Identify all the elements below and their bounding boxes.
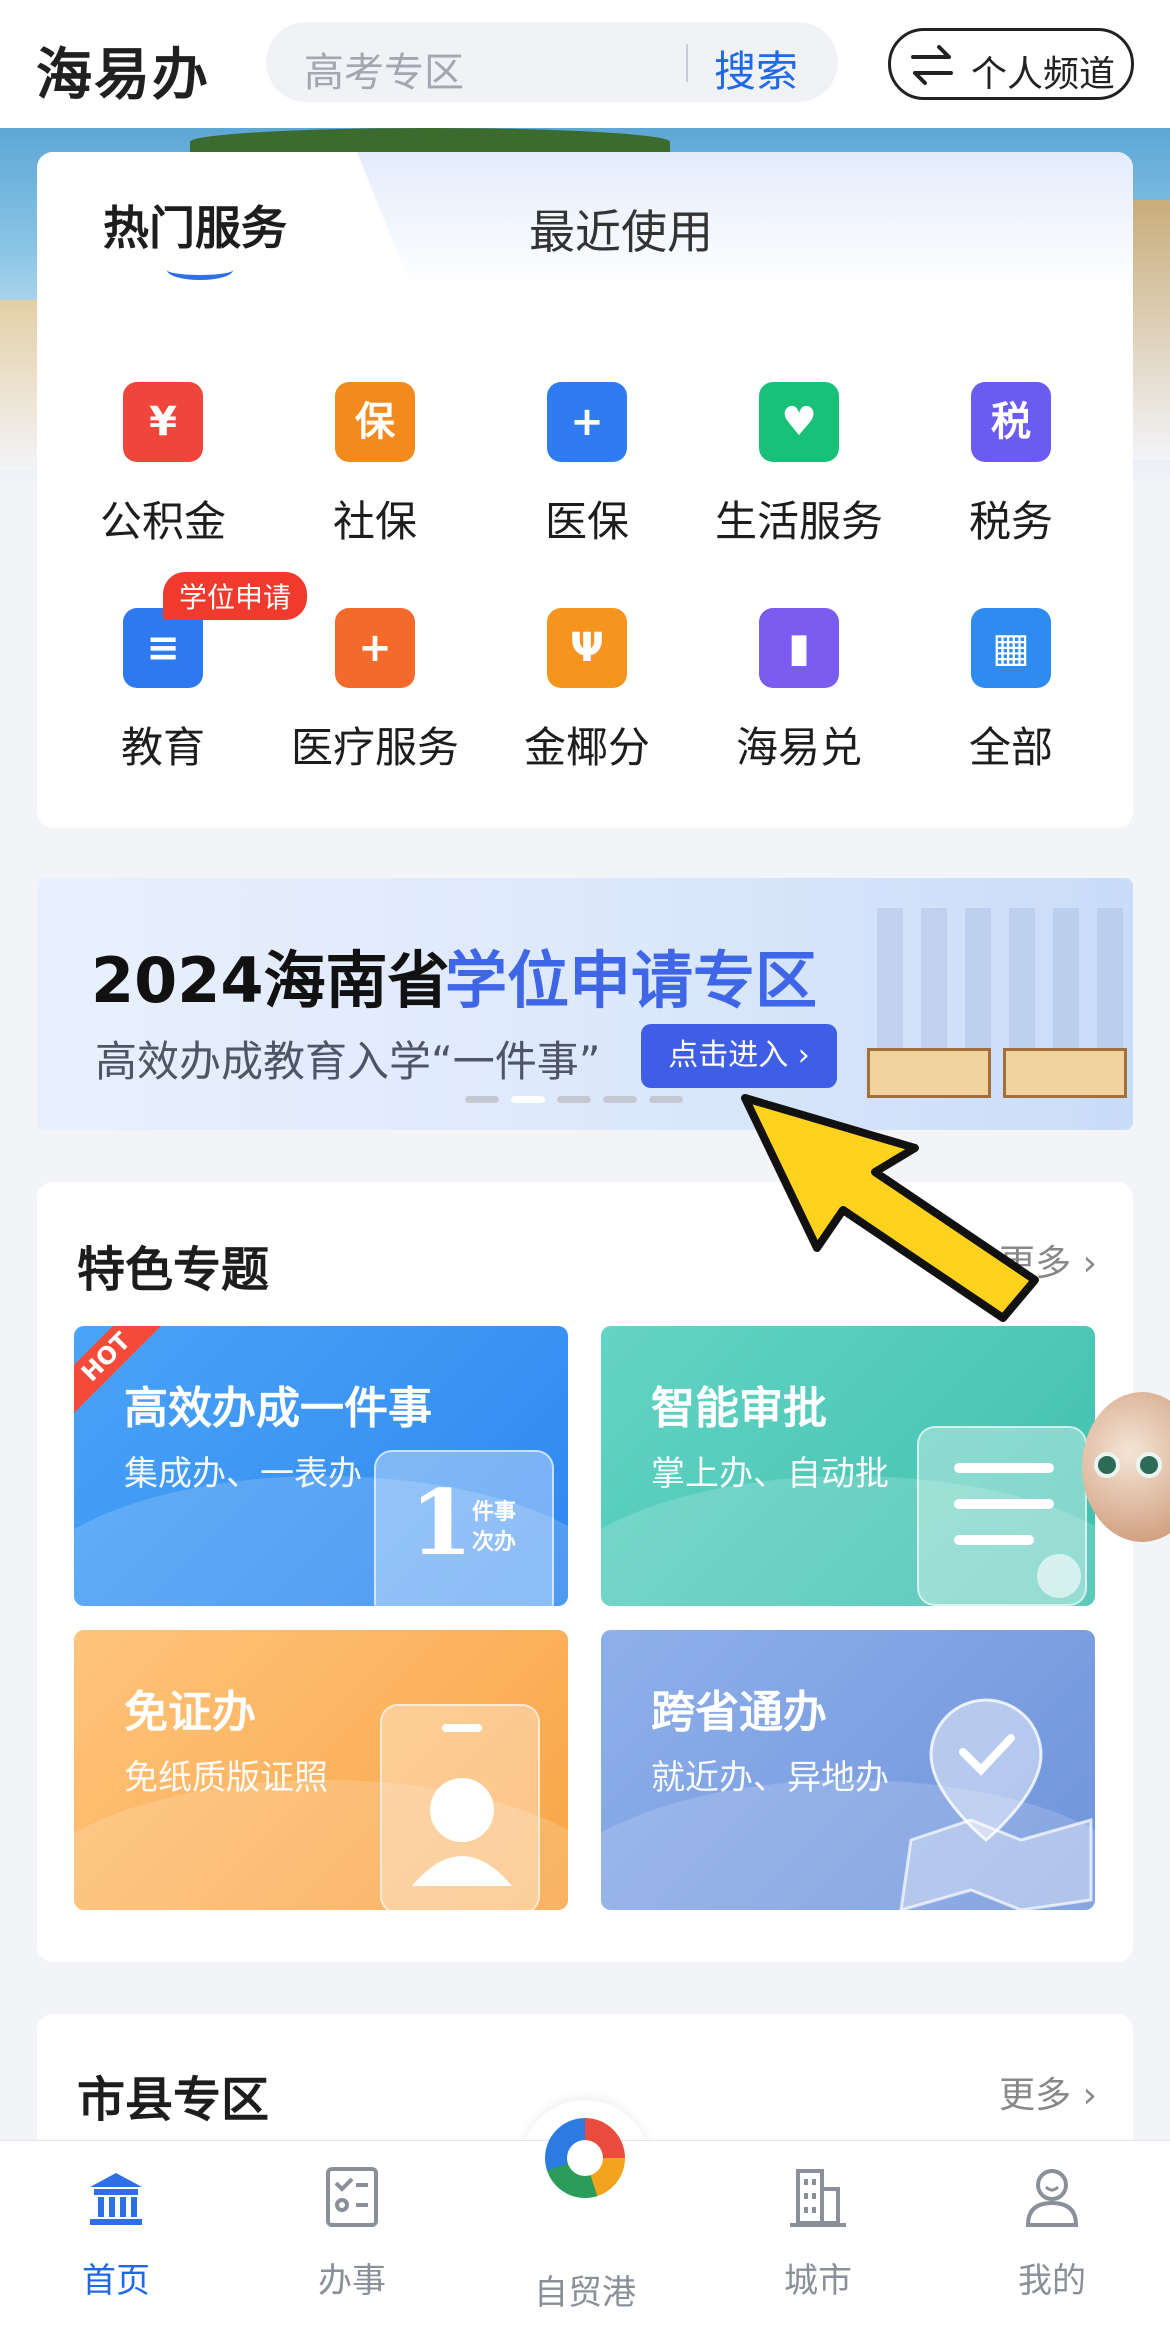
service-item[interactable]: 税税务 [907, 382, 1107, 562]
services-card: 热门服务 最近使用 ¥ 公积金保社保 + 医保 ♥ 生活服务税税务 ≡ 学位申请 教育 + 医疗服务… [37, 152, 1133, 828]
search-button[interactable]: 搜索 [714, 38, 798, 99]
id-card-person-icon [380, 1704, 540, 1910]
featured-topics-title: 特色专题 [77, 1242, 270, 1298]
service-item[interactable]: ♥ 生活服务 [695, 382, 895, 562]
tile-title: 免证办 [124, 1687, 256, 1738]
grid-all-icon: ▦ [971, 608, 1051, 688]
carousel-dot[interactable] [649, 1096, 683, 1103]
one-thing-number: 1 [410, 1470, 473, 1576]
free-trade-port-logo-icon[interactable] [545, 2118, 625, 2198]
nav-services[interactable]: 办事 [272, 2165, 432, 2305]
service-item[interactable]: Ψ 金椰分 [483, 608, 683, 788]
swap-arrows-icon [909, 43, 955, 97]
service-label: 全部 [968, 723, 1053, 772]
nav-city[interactable]: 城市 [738, 2165, 898, 2305]
carousel-dot[interactable] [557, 1096, 591, 1103]
topic-tile-one-thing[interactable]: HOT 高效办成一件事 集成办、一表办 1 件事次办 [74, 1326, 568, 1606]
service-label: 教育 [120, 723, 205, 772]
service-label: 税务 [968, 497, 1053, 546]
service-item[interactable]: ≡ 学位申请 教育 [59, 572, 308, 788]
service-label: 医疗服务 [290, 723, 459, 772]
top-bar: 海易办 高考专区 搜索 个人频道 [0, 0, 1170, 128]
city-zone-more-link[interactable]: 更多 › [999, 2066, 1097, 2118]
search-input[interactable]: 高考专区 [304, 40, 464, 98]
carousel-dot[interactable] [603, 1096, 637, 1103]
tile-subtitle: 掌上办、自动批 [651, 1454, 889, 1494]
banner-title: 2024海南省 [91, 944, 450, 1017]
service-item[interactable]: ▮ 海易兑 [695, 608, 895, 788]
shield-bao-icon: 保 [335, 382, 415, 462]
mascot-eye [1136, 1452, 1162, 1478]
nav-label: 我的 [1018, 2261, 1086, 2301]
palm-tree-icon: Ψ [547, 608, 627, 688]
service-label: 生活服务 [714, 497, 883, 546]
nav-home[interactable]: 首页 [36, 2165, 196, 2305]
service-item[interactable]: ¥ 公积金 [59, 382, 259, 562]
nav-label: 办事 [318, 2261, 386, 2301]
tile-subtitle: 集成办、一表办 [124, 1454, 362, 1494]
document-person-icon: ▮ [759, 608, 839, 688]
nav-label: 城市 [784, 2261, 852, 2301]
service-item[interactable]: + 医保 [483, 382, 683, 562]
service-label: 公积金 [99, 497, 226, 546]
education-board-icon: ≡ [123, 608, 203, 688]
tab-recently-used[interactable]: 最近使用 [529, 196, 713, 262]
tile-title: 跨省通办 [651, 1687, 827, 1738]
tab-hot-services[interactable]: 热门服务 [103, 192, 287, 258]
service-item[interactable]: + 医疗服务 [271, 608, 471, 788]
one-thing-badge-icon: 1 件事次办 [374, 1450, 554, 1606]
nav-label: 首页 [82, 2261, 150, 2301]
app-brand: 海易办 [36, 43, 210, 108]
personal-channel-button[interactable]: 个人频道 [888, 28, 1134, 100]
topic-tile-cross-province[interactable]: 跨省通办 就近办、异地办 [601, 1630, 1095, 1910]
nav-profile[interactable]: 我的 [972, 2165, 1132, 2305]
card-plus-icon: + [547, 382, 627, 462]
city-skyline-decoration [877, 908, 1127, 1058]
medical-kit-icon: + [335, 608, 415, 688]
personal-channel-label: 个人频道 [971, 54, 1116, 95]
service-item[interactable]: ▦ 全部 [907, 608, 1107, 788]
topic-tile-smart-approval[interactable]: 智能审批 掌上办、自动批 [601, 1326, 1095, 1606]
topic-tile-certificate-free[interactable]: 免证办 免纸质版证照 [74, 1630, 568, 1910]
mascot-eye [1094, 1452, 1120, 1478]
city-zone-title: 市县专区 [77, 2072, 270, 2128]
banner-title-highlight: 学位申请专区 [445, 944, 818, 1017]
tile-title: 智能审批 [651, 1383, 827, 1434]
home-heart-icon: ♥ [759, 382, 839, 462]
banner-enter-button[interactable]: 点击进入 › [641, 1024, 837, 1088]
carousel-dot[interactable] [465, 1096, 499, 1103]
house-yuan-icon: ¥ [123, 382, 203, 462]
service-label: 金椰分 [523, 723, 650, 772]
pointer-arrow-icon [741, 1094, 1039, 1322]
nav-label: 自贸港 [534, 2273, 636, 2313]
carousel-dot[interactable] [511, 1096, 545, 1103]
hand-tax-icon: 税 [971, 382, 1051, 462]
tile-subtitle: 就近办、异地办 [651, 1758, 889, 1798]
user-profile-icon [1025, 2169, 1079, 2227]
service-label: 医保 [544, 497, 629, 546]
tile-subtitle: 免纸质版证照 [124, 1758, 328, 1798]
search-bar[interactable]: 高考专区 搜索 [266, 22, 838, 102]
tab-active-indicator [167, 260, 233, 280]
city-building-icon [790, 2169, 846, 2227]
location-pin-map-icon [891, 1690, 1095, 1910]
service-item[interactable]: 保社保 [271, 382, 471, 562]
checklist-icon [326, 2167, 378, 2227]
approval-document-icon [917, 1426, 1087, 1606]
service-label: 社保 [332, 497, 417, 546]
banner-subtitle: 高效办成教育入学“一件事” [95, 1037, 601, 1086]
tile-title: 高效办成一件事 [124, 1383, 432, 1434]
search-divider [686, 44, 688, 82]
government-building-icon [90, 2173, 142, 2225]
service-label: 海易兑 [735, 723, 862, 772]
one-thing-caption: 件事次办 [472, 1500, 517, 1555]
